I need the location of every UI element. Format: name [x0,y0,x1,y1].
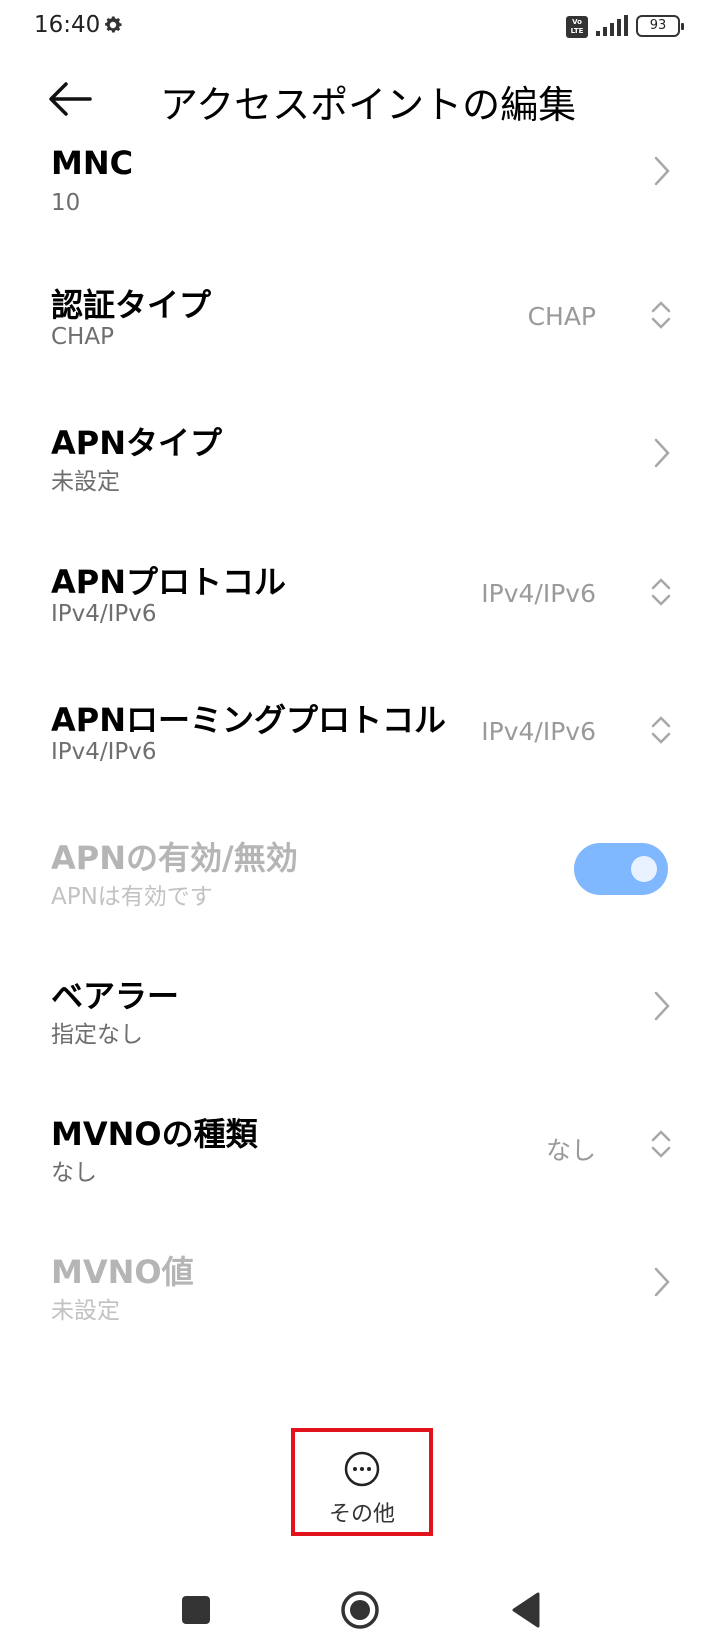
setting-row-mvno-type[interactable]: MVNOの種類 なし なし [0,1097,720,1235]
system-nav-bar [0,1560,720,1650]
row-value: IPv4/IPv6 [481,717,596,746]
gear-icon [105,16,122,33]
setting-row-apn-enable: APNの有効/無効 APNは有効です [0,821,720,959]
row-title: MNC [51,144,134,182]
setting-row-mvno-value: MVNO値 未設定 [0,1235,720,1373]
row-subtitle: IPv4/IPv6 [51,601,157,627]
chevron-right-icon [654,991,670,1021]
volte-icon: Vo LTE [566,16,588,38]
row-title: MVNOの種類 [51,1115,258,1153]
row-title: 認証タイプ [51,286,212,324]
row-value: なし [545,1136,596,1165]
row-title: APNローミングプロトコル [51,701,447,739]
recents-button[interactable] [182,1596,210,1624]
app-header: アクセスポイントの編集 [0,62,720,138]
chevron-right-icon [654,1267,670,1297]
apn-enable-toggle[interactable] [574,843,668,895]
row-subtitle: 未設定 [51,1298,120,1324]
row-subtitle: IPv4/IPv6 [51,739,157,765]
back-triangle-button[interactable] [508,1590,542,1630]
setting-row-mnc[interactable]: MNC 10 [0,130,720,268]
setting-row-bearer[interactable]: ベアラー 指定なし [0,959,720,1097]
row-subtitle: なし [51,1160,97,1186]
chevron-right-icon [654,438,670,468]
row-value: IPv4/IPv6 [481,579,596,608]
row-subtitle: 指定なし [51,1022,143,1048]
setting-row-apn-protocol[interactable]: APNプロトコル IPv4/IPv6 IPv4/IPv6 [0,545,720,683]
signal-icon [596,15,628,36]
row-subtitle: 未設定 [51,469,120,495]
back-arrow-icon[interactable] [44,76,96,122]
row-title: MVNO値 [51,1253,194,1291]
more-options-icon [344,1451,380,1487]
more-button-label: その他 [328,1502,395,1527]
row-title: APNの有効/無効 [51,839,298,877]
status-bar: 16:40 Vo LTE 93 [0,0,720,56]
up-down-icon [651,1130,671,1158]
row-subtitle: APNは有効です [51,884,213,910]
more-button[interactable]: その他 [291,1428,433,1536]
setting-row-auth-type[interactable]: 認証タイプ CHAP CHAP [0,268,720,406]
up-down-icon [651,578,671,606]
row-title: APNプロトコル [51,563,287,601]
row-subtitle: 10 [51,190,81,216]
row-value: CHAP [527,302,596,331]
row-title: ベアラー [51,977,180,1015]
chevron-right-icon [654,156,670,186]
up-down-icon [651,716,671,744]
row-title: APNタイプ [51,424,223,462]
setting-row-apn-type[interactable]: APNタイプ 未設定 [0,406,720,544]
up-down-icon [651,301,671,329]
setting-row-apn-roaming-protocol[interactable]: APNローミングプロトコル IPv4/IPv6 IPv4/IPv6 [0,683,720,821]
page-title: アクセスポイントの編集 [160,83,577,127]
status-time: 16:40 [34,12,101,38]
battery-icon: 93 [636,15,684,37]
row-subtitle: CHAP [51,324,114,350]
home-button[interactable] [340,1590,380,1630]
toggle-knob [631,856,657,882]
